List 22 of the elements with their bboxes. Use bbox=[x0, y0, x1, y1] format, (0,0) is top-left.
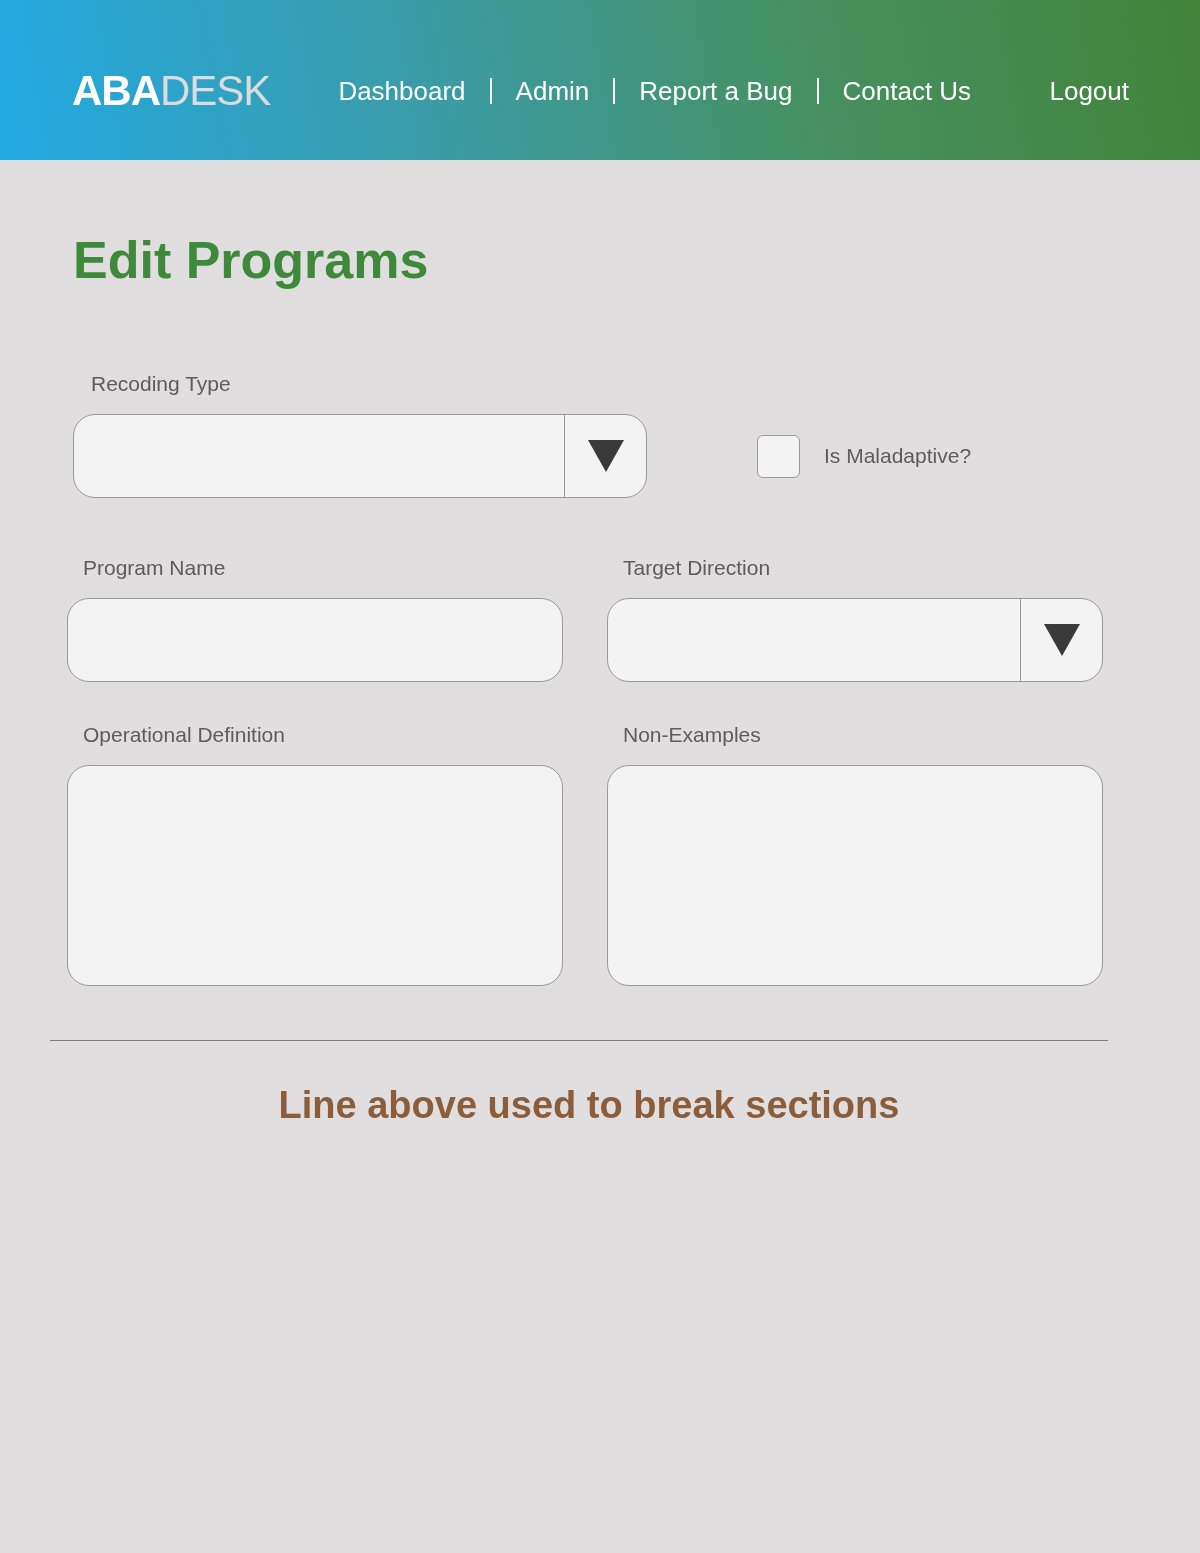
section-note: Line above used to break sections bbox=[277, 1083, 901, 1128]
text-input-field[interactable] bbox=[67, 598, 563, 682]
textarea-field[interactable] bbox=[607, 765, 1103, 986]
logo[interactable]: ABADESK bbox=[72, 70, 271, 112]
textarea-field[interactable] bbox=[67, 765, 563, 986]
nav-link[interactable]: Report a Bug bbox=[639, 75, 793, 107]
nav-link[interactable]: Admin bbox=[515, 75, 590, 107]
checkbox-label: Is Maladaptive? bbox=[824, 443, 972, 469]
nav-link[interactable]: Contact Us bbox=[842, 75, 972, 107]
field-label: Operational Definition bbox=[83, 722, 286, 748]
nav-link[interactable]: Dashboard bbox=[338, 75, 466, 107]
field-label: Target Direction bbox=[623, 555, 772, 581]
page-title: Edit Programs bbox=[73, 230, 430, 291]
field-label: Non-Examples bbox=[623, 722, 762, 748]
logout-link[interactable]: Logout bbox=[1049, 75, 1129, 107]
checkbox[interactable] bbox=[757, 434, 800, 478]
field-label: Program Name bbox=[83, 555, 227, 581]
field-label: Recoding Type bbox=[91, 371, 232, 397]
caret-down-icon bbox=[587, 440, 624, 472]
caret-down-icon bbox=[1043, 624, 1080, 656]
dropdown-field[interactable] bbox=[73, 414, 647, 498]
dropdown-field[interactable] bbox=[607, 598, 1103, 682]
